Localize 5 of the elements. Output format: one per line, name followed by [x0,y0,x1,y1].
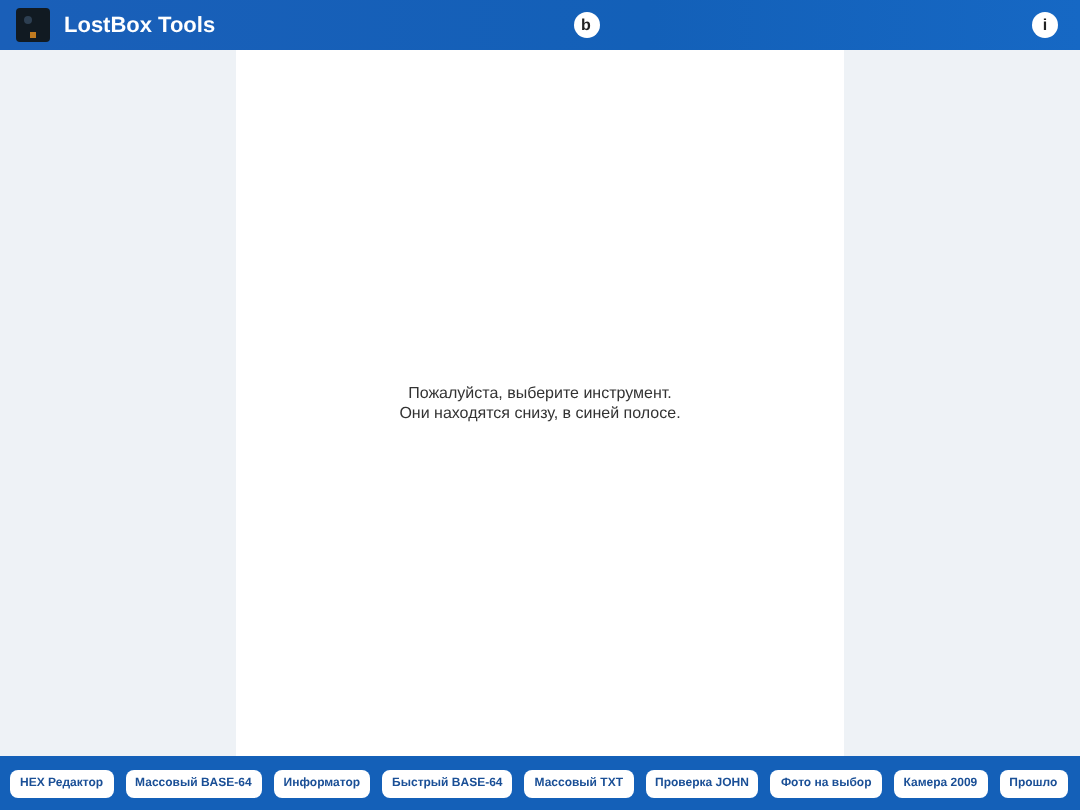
instruction-text: Пожалуйста, выберите инструмент. Они находятся снизу, в синей полосе. [399,383,681,423]
logo-icon [16,8,50,42]
center-button[interactable]: b [573,12,599,38]
app-title: LostBox Tools [64,13,216,37]
info-button[interactable]: i [1032,12,1058,38]
